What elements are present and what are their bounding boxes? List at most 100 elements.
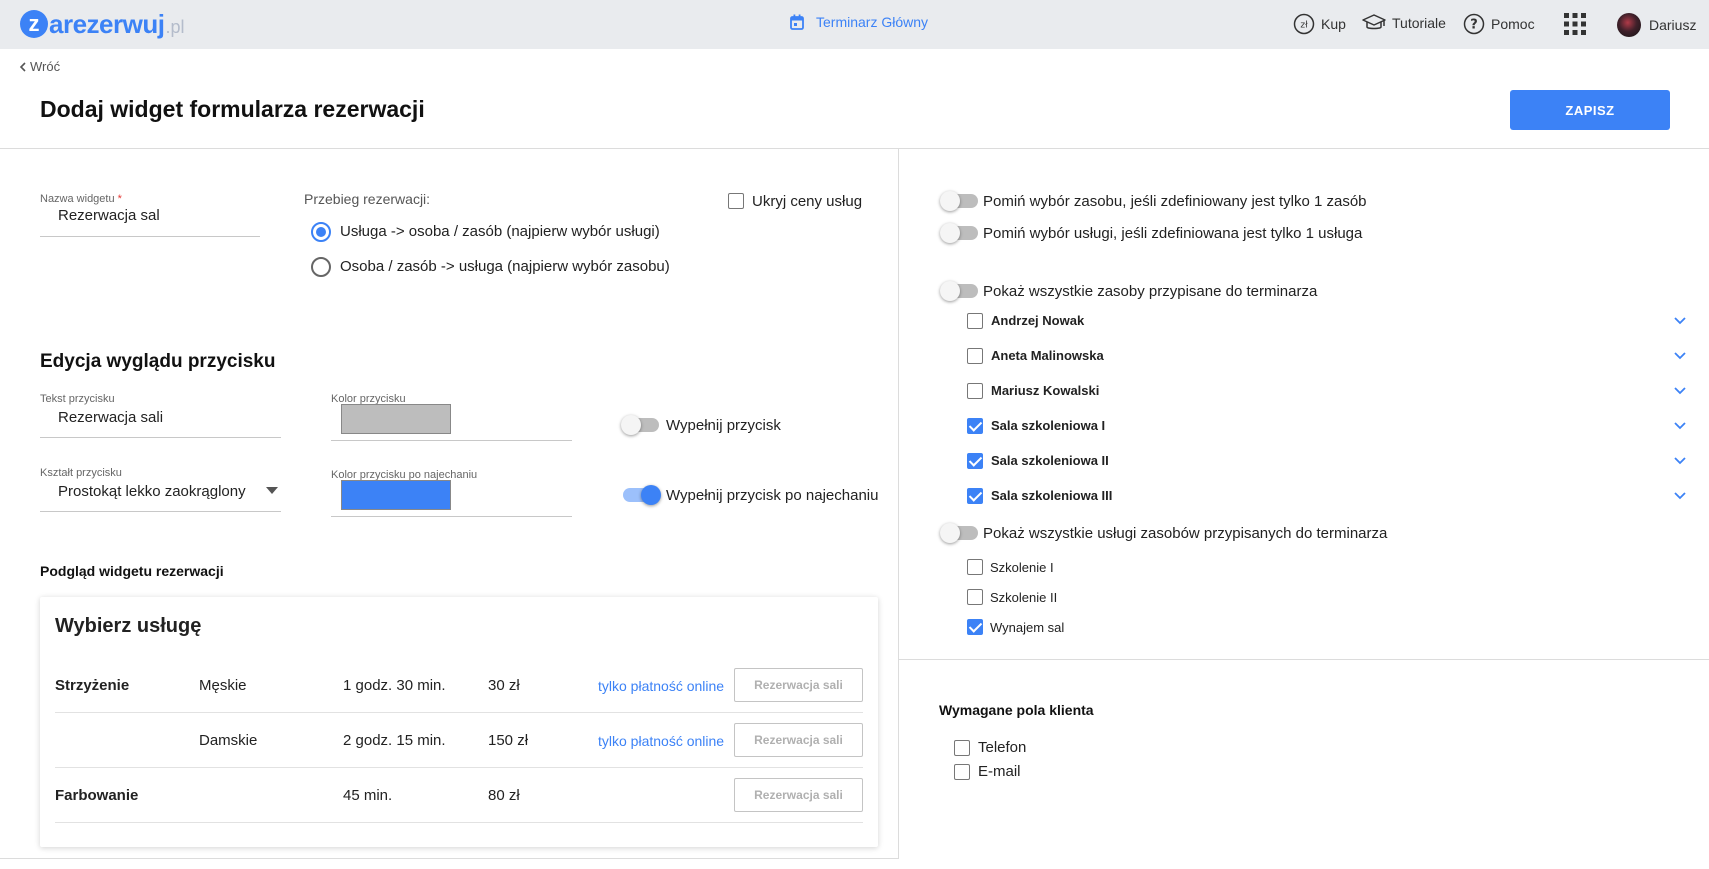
fill-on-hover-toggle[interactable] [623, 485, 661, 505]
chevron-down-icon[interactable] [1674, 387, 1686, 395]
skip-resource-label: Pomiń wybór zasobu, jeśli zdefiniowany j… [983, 193, 1367, 210]
required-mark: * [117, 193, 122, 205]
button-text-label: Tekst przycisku [40, 393, 115, 405]
preview-price: 150 zł [488, 732, 529, 749]
main-calendar-link[interactable]: Terminarz Główny [790, 14, 928, 30]
flow-option-service-first-label[interactable]: Usługa -> osoba / zasób (najpierw wybór … [340, 223, 660, 240]
chevron-down-icon[interactable] [1674, 457, 1686, 465]
preview-row-divider [55, 822, 863, 823]
flow-label: Przebieg rezerwacji: [304, 191, 431, 207]
preview-book-button[interactable]: Rezerwacja sali [734, 668, 863, 702]
buy-label: Kup [1321, 16, 1346, 32]
apps-grid-button[interactable] [1563, 12, 1593, 36]
resource-checkbox-sala-2[interactable] [967, 453, 983, 469]
resource-label: Sala szkoleniowa III [991, 488, 1113, 503]
service-label: Wynajem sal [990, 620, 1065, 635]
chevron-down-icon[interactable] [1674, 317, 1686, 325]
service-checkbox-szkolenie-1[interactable] [967, 559, 983, 575]
button-shape-label: Kształt przycisku [40, 467, 122, 479]
preview-service-name: Strzyżenie [55, 677, 130, 694]
top-bar: z arezerwuj .pl Terminarz Główny zł Kup … [0, 0, 1709, 49]
show-all-services-label: Pokaż wszystkie usługi zasobów przypisan… [983, 525, 1388, 542]
page-title: Dodaj widget formularza rezerwacji [40, 96, 425, 122]
preview-book-button[interactable]: Rezerwacja sali [734, 723, 863, 757]
button-text-underline [40, 437, 281, 438]
svg-text:zł: zł [1300, 21, 1308, 31]
chevron-down-icon[interactable] [1674, 492, 1686, 500]
flow-option-service-first-radio[interactable] [311, 222, 331, 242]
preview-payment-note: tylko płatność online [598, 678, 725, 694]
save-button[interactable]: ZAPISZ [1510, 90, 1670, 130]
user-menu[interactable]: Dariusz [1617, 13, 1696, 37]
required-phone-label: Telefon [978, 739, 1027, 756]
preview-price: 30 zł [488, 677, 520, 694]
help-icon: ? [1463, 13, 1485, 35]
back-label: Wróć [30, 59, 61, 74]
resource-label: Andrzej Nowak [991, 313, 1085, 328]
resource-checkbox-andrzej-nowak[interactable] [967, 313, 983, 329]
widget-name-underline [40, 236, 260, 237]
preview-duration: 1 godz. 30 min. [343, 677, 446, 694]
preview-variant: Męskie [199, 677, 247, 694]
flow-option-resource-first-radio[interactable] [311, 257, 331, 277]
resource-checkbox-sala-1[interactable] [967, 418, 983, 434]
main-calendar-label: Terminarz Główny [816, 14, 929, 30]
preview-price: 80 zł [488, 787, 520, 804]
preview-row-divider [55, 712, 863, 713]
calendar-icon [790, 14, 804, 30]
preview-card-title: Wybierz usługę [55, 615, 202, 637]
preview-book-button[interactable]: Rezerwacja sali [734, 778, 863, 812]
help-label: Pomoc [1491, 16, 1535, 32]
hover-color-swatch[interactable] [341, 480, 451, 510]
left-bottom-divider [0, 858, 898, 859]
graduation-cap-icon [1362, 14, 1386, 30]
show-all-resources-toggle[interactable] [940, 281, 978, 301]
required-fields-title: Wymagane pola klienta [939, 702, 1094, 718]
resource-checkbox-aneta-malinowska[interactable] [967, 348, 983, 364]
app-logo[interactable]: z arezerwuj .pl [20, 8, 184, 40]
preview-service-name: Farbowanie [55, 787, 139, 804]
back-link[interactable]: Wróć [19, 59, 60, 74]
button-color-underline [331, 440, 572, 441]
hide-prices-label[interactable]: Ukryj ceny usług [752, 193, 862, 210]
buy-link[interactable]: zł Kup [1293, 13, 1346, 35]
tutorials-label: Tutoriale [1392, 15, 1446, 31]
button-text-input[interactable]: Rezerwacja sali [58, 409, 163, 426]
fill-button-label: Wypełnij przycisk [666, 417, 781, 434]
button-edit-section-title: Edycja wyglądu przycisku [40, 351, 276, 372]
fill-on-hover-label: Wypełnij przycisk po najechaniu [666, 487, 879, 504]
service-checkbox-szkolenie-2[interactable] [967, 589, 983, 605]
button-color-swatch[interactable] [341, 404, 451, 434]
show-all-resources-label: Pokaż wszystkie zasoby przypisane do ter… [983, 283, 1318, 300]
chevron-down-icon[interactable] [1674, 422, 1686, 430]
header-divider [0, 148, 1709, 149]
show-all-services-toggle[interactable] [940, 523, 978, 543]
dropdown-arrow-icon[interactable] [266, 487, 278, 494]
widget-name-input[interactable]: Rezerwacja sal [58, 207, 160, 224]
avatar [1617, 13, 1641, 37]
service-checkbox-wynajem-sal[interactable] [967, 619, 983, 635]
tutorials-link[interactable]: Tutoriale [1362, 13, 1446, 33]
skip-resource-toggle[interactable] [940, 191, 978, 211]
required-email-checkbox[interactable] [954, 764, 970, 780]
chevron-down-icon[interactable] [1674, 352, 1686, 360]
service-label: Szkolenie I [990, 560, 1054, 575]
service-label: Szkolenie II [990, 590, 1058, 605]
resource-checkbox-sala-3[interactable] [967, 488, 983, 504]
required-email-label: E-mail [978, 763, 1021, 780]
flow-option-resource-first-label[interactable]: Osoba / zasób -> usługa (najpierw wybór … [340, 258, 670, 275]
required-phone-checkbox[interactable] [954, 740, 970, 756]
chevron-left-icon [19, 61, 26, 72]
user-name: Dariusz [1649, 17, 1697, 33]
right-section-divider [899, 659, 1709, 660]
widget-name-label-text: Nazwa widgetu [40, 193, 115, 205]
resource-label: Sala szkoleniowa I [991, 418, 1106, 433]
resource-checkbox-mariusz-kowalski[interactable] [967, 383, 983, 399]
hide-prices-checkbox[interactable] [728, 193, 744, 209]
button-shape-select[interactable]: Prostokąt lekko zaokrąglony [58, 483, 246, 500]
help-link[interactable]: ? Pomoc [1463, 13, 1535, 35]
button-shape-underline [40, 511, 281, 512]
preview-row-divider [55, 767, 863, 768]
skip-service-toggle[interactable] [940, 223, 978, 243]
fill-button-toggle[interactable] [621, 415, 659, 435]
